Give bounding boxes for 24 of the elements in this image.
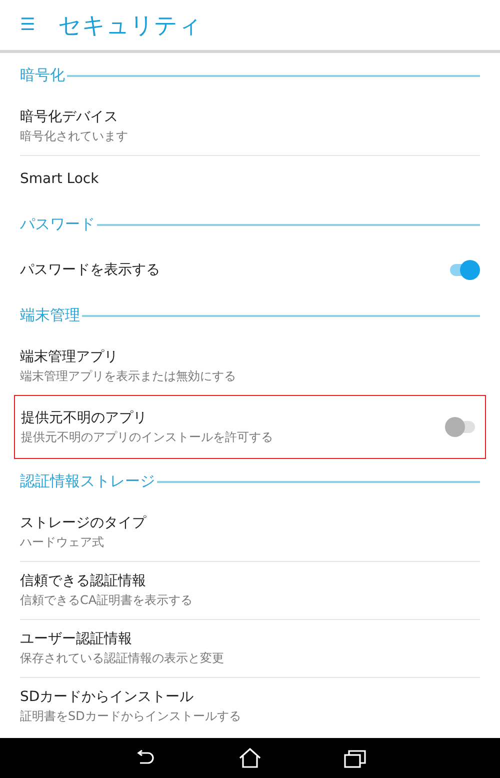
setting-title: 端末管理アプリ [20,348,119,366]
setting-title: ユーザー認証情報 [20,630,133,648]
section-header: 端末管理 [20,306,80,325]
setting-title: 暗号化デバイス [20,108,119,126]
home-icon[interactable] [238,748,262,768]
setting-summary: 暗号化されています [20,128,129,145]
setting-title: パスワードを表示する [20,261,161,279]
setting-title: 信頼できる認証情報 [20,572,147,590]
setting-title: ストレージのタイプ [20,514,148,532]
section-header: 暗号化 [20,66,65,85]
setting-summary: 端末管理アプリを表示または無効にする [20,368,237,385]
setting-summary: 保存されている認証情報の表示と変更 [20,650,225,667]
setting-summary: ハードウェア式 [20,534,105,551]
section-header: パスワード [20,215,95,234]
setting-title: Smart Lock [20,171,100,187]
setting-title: 提供元不明のアプリ [21,408,148,426]
recent-apps-icon[interactable] [344,748,366,768]
app-bar-title: セキュリティ [58,12,202,40]
setting-summary: 提供元不明のアプリのインストールを許可する [21,428,274,446]
setting-summary: 証明書をSDカードからインストールする [20,708,242,725]
menu-icon[interactable]: ☰ [20,15,38,35]
section-header: 認証情報ストレージ [20,472,155,491]
setting-title: SDカードからインストール [20,688,195,706]
setting-summary: 信頼できるCA証明書を表示する [20,592,194,609]
